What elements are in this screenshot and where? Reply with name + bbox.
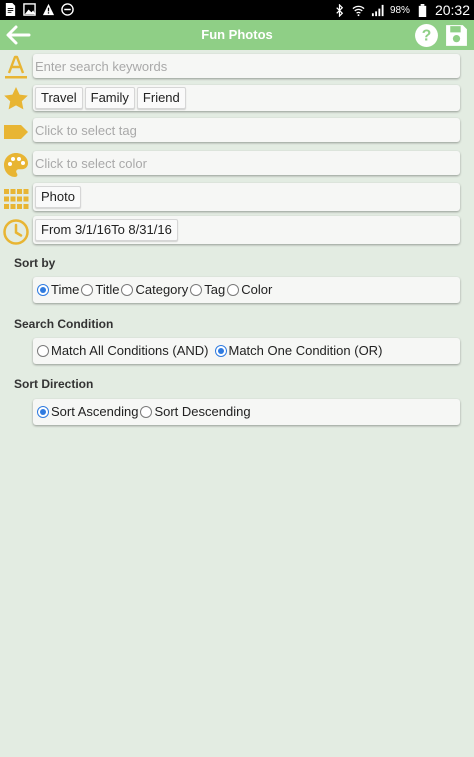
warning-notification-icon	[42, 3, 55, 16]
radio-indicator	[227, 283, 240, 296]
sort-by-color-radio[interactable]: Color	[227, 282, 272, 297]
sort-direction-group: Sort Ascending Sort Descending	[33, 399, 460, 425]
sort-by-label: Sort by	[14, 256, 56, 270]
sort-by-tag-radio[interactable]: Tag	[190, 282, 225, 297]
radio-indicator	[121, 283, 134, 296]
category-chip-friend[interactable]: Friend	[136, 87, 186, 109]
radio-indicator	[81, 283, 94, 296]
radio-label: Match All Conditions (AND)	[51, 343, 209, 358]
sort-direction-label: Sort Direction	[14, 377, 94, 391]
radio-label: Time	[51, 282, 80, 297]
radio-selected-indicator	[214, 344, 227, 357]
match-all-radio[interactable]: Match All Conditions (AND)	[37, 343, 209, 358]
radio-label: Category	[135, 282, 189, 297]
sort-by-category-radio[interactable]: Category	[121, 282, 188, 297]
search-placeholder: Enter search keywords	[35, 59, 168, 74]
date-range-chip[interactable]: From 3/1/16To 8/31/16	[35, 219, 178, 241]
bluetooth-icon	[336, 3, 344, 17]
radio-label: Tag	[204, 282, 226, 297]
tag-input[interactable]: Click to select tag	[33, 118, 460, 142]
palette-icon	[4, 153, 28, 177]
signal-icon	[371, 4, 384, 16]
category-chip-family[interactable]: Family	[84, 87, 135, 109]
match-one-radio[interactable]: Match One Condition (OR)	[214, 343, 383, 358]
battery-percent: 98%	[389, 4, 410, 16]
wifi-icon	[352, 5, 365, 16]
star-icon	[4, 87, 28, 110]
radio-selected-indicator	[37, 405, 49, 418]
svg-text:?: ?	[422, 28, 432, 45]
radio-indicator	[37, 344, 49, 357]
radio-selected-indicator	[37, 283, 49, 296]
document-notification-icon	[5, 3, 16, 16]
color-input[interactable]: Click to select color	[33, 151, 460, 175]
image-notification-icon	[23, 3, 36, 16]
radio-label: Sort Ascending	[51, 404, 139, 419]
sort-by-title-radio[interactable]: Title	[81, 282, 119, 297]
radio-label: Sort Descending	[154, 404, 251, 419]
sort-by-time-radio[interactable]: Time	[37, 282, 79, 297]
battery-icon	[418, 3, 427, 17]
clock-icon	[3, 219, 29, 245]
search-condition-label: Search Condition	[14, 317, 114, 331]
radio-label: Color	[241, 282, 273, 297]
save-icon[interactable]	[444, 23, 469, 48]
page-title: Fun Photos	[201, 27, 273, 42]
radio-indicator	[140, 405, 153, 418]
search-input[interactable]: Enter search keywords	[33, 54, 460, 78]
app-toolbar: Fun Photos ?	[0, 20, 474, 50]
sort-ascending-radio[interactable]: Sort Ascending	[37, 404, 138, 419]
sort-descending-radio[interactable]: Sort Descending	[140, 404, 251, 419]
do-not-disturb-icon	[61, 3, 74, 16]
date-range-field[interactable]: From 3/1/16To 8/31/16	[33, 216, 460, 244]
radio-label: Match One Condition (OR)	[228, 343, 383, 358]
category-field[interactable]: Travel Family Friend	[33, 85, 460, 111]
radio-label: Title	[95, 282, 120, 297]
type-chip-photo[interactable]: Photo	[35, 186, 81, 208]
type-field[interactable]: Photo	[33, 183, 460, 211]
search-condition-group: Match All Conditions (AND) Match One Con…	[33, 338, 460, 364]
help-icon[interactable]: ?	[414, 23, 439, 48]
clock: 20:32	[434, 2, 470, 18]
grid-icon	[4, 189, 29, 209]
tag-icon	[4, 125, 28, 139]
sort-by-group: Time Title Category Tag Color	[33, 277, 460, 303]
text-font-icon	[5, 55, 27, 79]
category-chip-travel[interactable]: Travel	[35, 87, 83, 109]
status-bar: 98% 20:32	[0, 0, 474, 20]
color-placeholder: Click to select color	[35, 156, 147, 171]
tag-placeholder: Click to select tag	[35, 123, 137, 138]
radio-indicator	[190, 283, 203, 296]
